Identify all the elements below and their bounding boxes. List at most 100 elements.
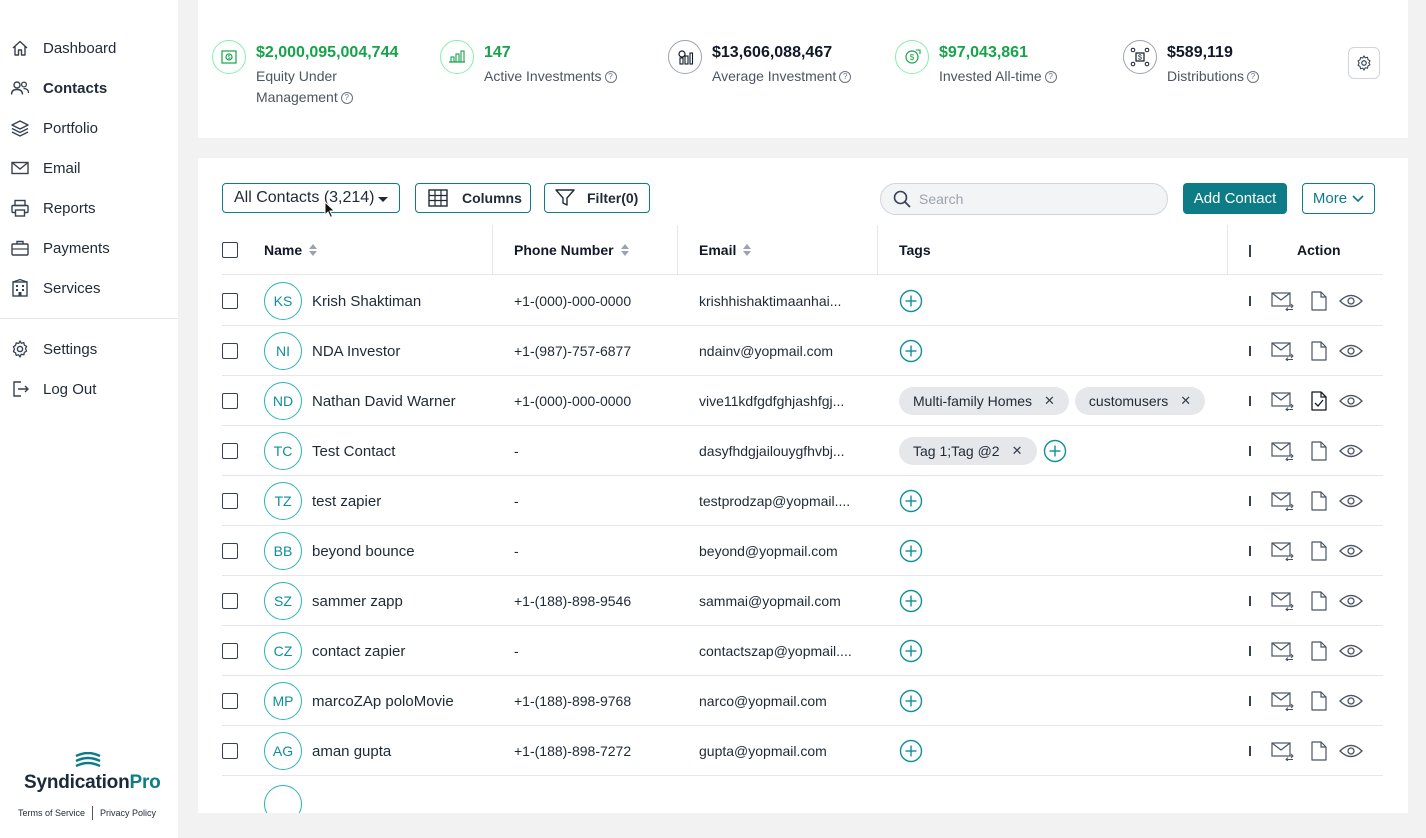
help-icon[interactable]: ? [1247, 71, 1260, 84]
document-icon[interactable] [1311, 476, 1327, 526]
row-checkbox[interactable] [222, 543, 238, 559]
table-row[interactable]: NI NDA Investor +1-(987)-757-6877 ndainv@yo… [222, 326, 1383, 376]
contact-name-link[interactable]: sammer zapp [312, 593, 403, 610]
send-email-icon[interactable] [1271, 376, 1295, 426]
contact-name-link[interactable]: Nathan David Warner [312, 393, 456, 410]
view-icon[interactable] [1339, 276, 1363, 326]
document-icon[interactable] [1311, 626, 1327, 676]
contact-name-link[interactable]: NDA Investor [312, 343, 400, 360]
table-row[interactable]: KS Krish Shaktiman +1-(000)-000-0000 krishh… [222, 276, 1383, 326]
column-header-name[interactable]: Name [264, 225, 318, 275]
column-header-email[interactable]: Email [699, 225, 752, 275]
document-icon[interactable] [1311, 326, 1327, 376]
sidebar-item-portfolio[interactable]: Portfolio [0, 108, 178, 148]
sidebar-item-reports[interactable]: Reports [0, 188, 178, 228]
document-icon[interactable] [1311, 726, 1327, 776]
table-row[interactable]: SZ sammer zapp +1-(188)-898-9546 sammai@yop… [222, 576, 1383, 626]
table-row[interactable]: MP marcoZAp poloMovie +1-(188)-898-9768 nar… [222, 676, 1383, 726]
view-icon[interactable] [1339, 426, 1363, 476]
view-icon[interactable] [1339, 676, 1363, 726]
document-icon[interactable] [1311, 526, 1327, 576]
sort-icon[interactable] [743, 244, 752, 256]
all-contacts-dropdown[interactable]: All Contacts (3,214) [222, 183, 400, 213]
sidebar-item-settings[interactable]: Settings [0, 329, 178, 369]
privacy-link[interactable]: Privacy Policy [100, 808, 156, 818]
send-email-icon[interactable] [1271, 426, 1295, 476]
help-icon[interactable]: ? [839, 71, 852, 84]
sidebar-item-contacts[interactable]: Contacts [0, 68, 178, 108]
add-contact-button[interactable]: Add Contact [1183, 183, 1287, 214]
contact-name-link[interactable]: aman gupta [312, 743, 391, 760]
select-all-checkbox[interactable] [222, 242, 238, 258]
sidebar-item-services[interactable]: Services [0, 268, 178, 308]
sort-icon[interactable] [620, 244, 629, 256]
terms-link[interactable]: Terms of Service [18, 808, 85, 818]
add-tag-icon[interactable] [899, 689, 923, 713]
row-checkbox[interactable] [222, 343, 238, 359]
row-checkbox[interactable] [222, 493, 238, 509]
contact-name-link[interactable]: Krish Shaktiman [312, 293, 421, 310]
send-email-icon[interactable] [1271, 576, 1295, 626]
row-checkbox[interactable] [222, 293, 238, 309]
document-icon[interactable] [1311, 276, 1327, 326]
add-tag-icon[interactable] [1043, 439, 1067, 463]
add-tag-icon[interactable] [899, 539, 923, 563]
help-icon[interactable]: ? [604, 71, 617, 84]
send-email-icon[interactable] [1271, 726, 1295, 776]
table-row[interactable]: TZ test zapier - testprodzap@yopmail.... [222, 476, 1383, 526]
view-icon[interactable] [1339, 576, 1363, 626]
document-icon[interactable] [1311, 676, 1327, 726]
contact-name-link[interactable]: marcoZAp poloMovie [312, 693, 454, 710]
more-button[interactable]: More [1302, 183, 1375, 214]
row-checkbox[interactable] [222, 593, 238, 609]
view-icon[interactable] [1339, 326, 1363, 376]
columns-button[interactable]: Columns [415, 183, 531, 213]
remove-tag-icon[interactable]: ✕ [1044, 393, 1055, 409]
send-email-icon[interactable] [1271, 676, 1295, 726]
row-checkbox[interactable] [222, 693, 238, 709]
remove-tag-icon[interactable]: ✕ [1180, 393, 1191, 409]
add-tag-icon[interactable] [899, 589, 923, 613]
contact-name-link[interactable]: test zapier [312, 493, 381, 510]
add-tag-icon[interactable] [899, 739, 923, 763]
contact-name-link[interactable]: contact zapier [312, 643, 405, 660]
filter-button[interactable]: Filter(0) [544, 183, 650, 213]
table-row[interactable]: TC Test Contact - dasyfhdgjailouygfhvbj... T… [222, 426, 1383, 476]
sidebar-item-dashboard[interactable]: Dashboard [0, 28, 178, 68]
sidebar-item-payments[interactable]: Payments [0, 228, 178, 268]
document-icon[interactable] [1311, 576, 1327, 626]
row-checkbox[interactable] [222, 743, 238, 759]
view-icon[interactable] [1339, 376, 1363, 426]
document-icon[interactable] [1311, 426, 1327, 476]
view-icon[interactable] [1339, 526, 1363, 576]
table-row[interactable]: BB beyond bounce - beyond@yopmail.com [222, 526, 1383, 576]
send-email-icon[interactable] [1271, 276, 1295, 326]
row-checkbox[interactable] [222, 393, 238, 409]
row-checkbox[interactable] [222, 443, 238, 459]
contact-name-link[interactable]: beyond bounce [312, 543, 415, 560]
send-email-icon[interactable] [1271, 626, 1295, 676]
send-email-icon[interactable] [1271, 326, 1295, 376]
help-icon[interactable]: ? [340, 92, 353, 105]
stats-settings-button[interactable] [1348, 47, 1380, 79]
column-header-phone[interactable]: Phone Number [514, 225, 629, 275]
view-icon[interactable] [1339, 726, 1363, 776]
help-icon[interactable]: ? [1044, 71, 1057, 84]
send-email-icon[interactable] [1271, 526, 1295, 576]
add-tag-icon[interactable] [899, 339, 923, 363]
contact-name-link[interactable]: Test Contact [312, 443, 395, 460]
table-row[interactable]: ND Nathan David Warner +1-(000)-000-0000 vi… [222, 376, 1383, 426]
sidebar-item-email[interactable]: Email [0, 148, 178, 188]
add-tag-icon[interactable] [899, 639, 923, 663]
remove-tag-icon[interactable]: ✕ [1012, 443, 1023, 459]
add-tag-icon[interactable] [899, 489, 923, 513]
send-email-icon[interactable] [1271, 476, 1295, 526]
document-check-icon[interactable] [1311, 376, 1327, 426]
search-input[interactable] [919, 191, 1149, 207]
view-icon[interactable] [1339, 626, 1363, 676]
row-checkbox[interactable] [222, 643, 238, 659]
table-row[interactable]: CZ contact zapier - contactszap@yopmail.... [222, 626, 1383, 676]
sidebar-item-log-out[interactable]: Log Out [0, 369, 178, 409]
table-row[interactable]: AG aman gupta +1-(188)-898-7272 gupta@yopma… [222, 726, 1383, 776]
view-icon[interactable] [1339, 476, 1363, 526]
